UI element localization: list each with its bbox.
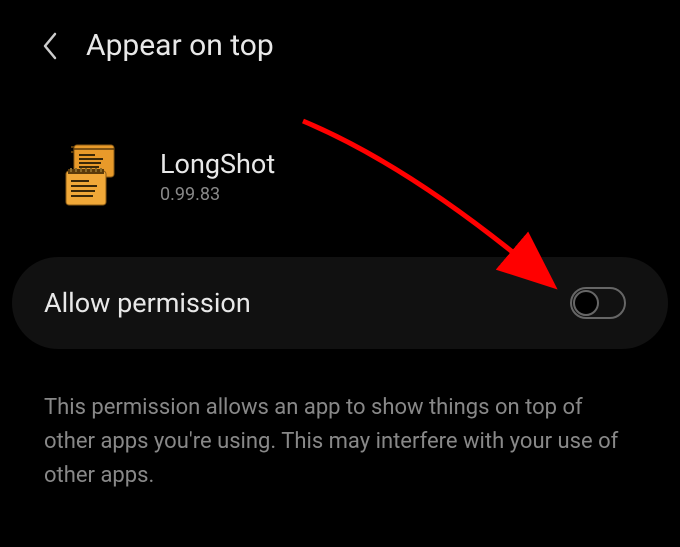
permission-label: Allow permission [44, 287, 251, 319]
app-name: LongShot [160, 148, 275, 180]
permission-row[interactable]: Allow permission [12, 257, 668, 349]
app-info: LongShot 0.99.83 [0, 83, 680, 239]
back-icon[interactable] [42, 32, 58, 60]
permission-description: This permission allows an app to show th… [0, 349, 680, 513]
header: Appear on top [0, 0, 680, 83]
app-version: 0.99.83 [160, 184, 275, 205]
toggle-knob [573, 290, 599, 316]
app-icon [60, 143, 120, 209]
permission-toggle[interactable] [570, 287, 626, 319]
app-meta: LongShot 0.99.83 [160, 148, 275, 205]
page-title: Appear on top [86, 28, 274, 63]
